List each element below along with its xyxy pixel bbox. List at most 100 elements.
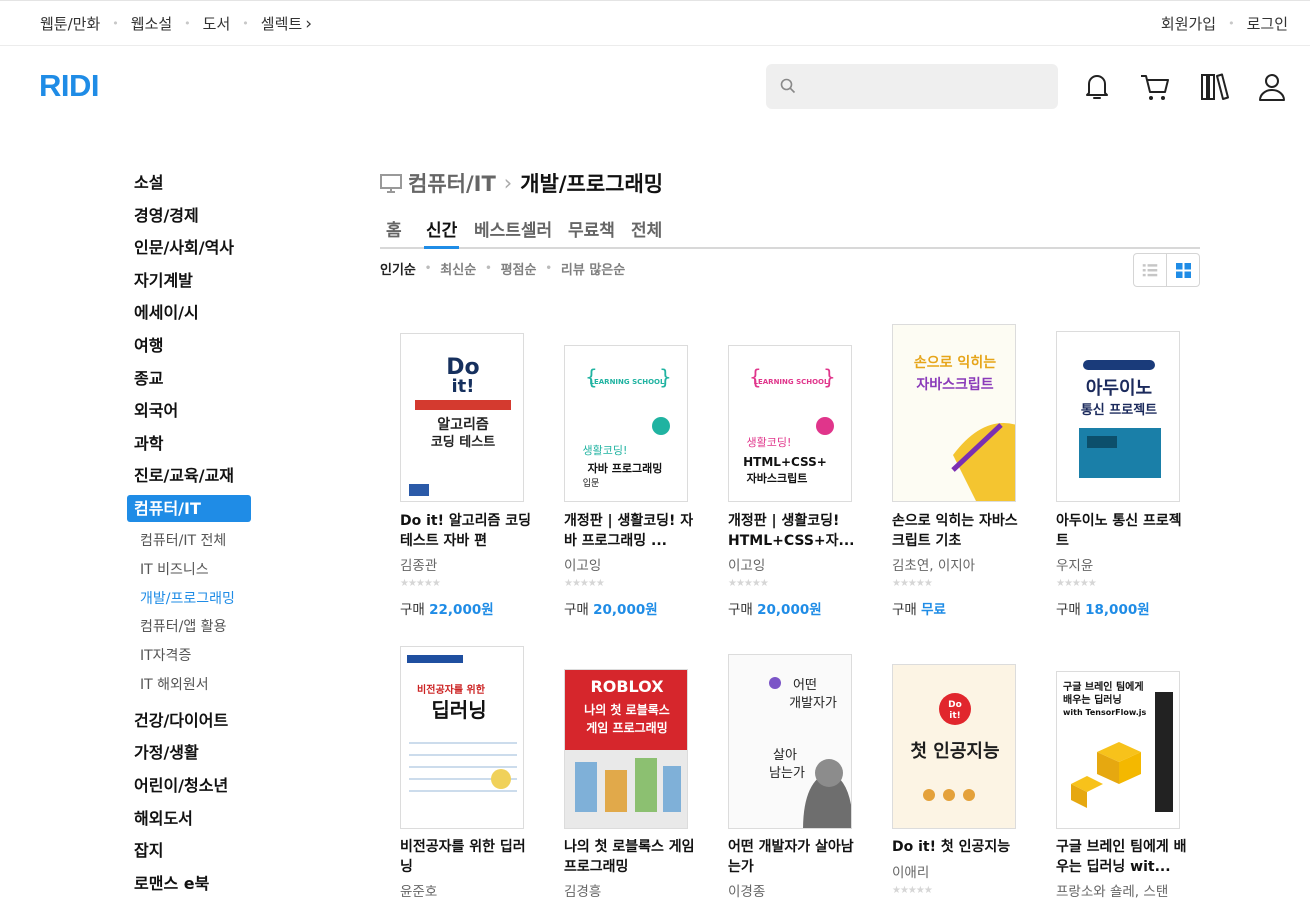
search-input[interactable] — [806, 64, 1046, 109]
cover-art: LEARNING SCHOOL { } 생활코딩! 자바 프로그래밍 입문 — [583, 365, 672, 489]
category-essay[interactable]: 에세이/시 — [127, 296, 257, 329]
price-label: 구매 — [564, 602, 589, 618]
top-bar: 웹툰/만화 • 웹소설 • 도서 • 셀렉트 › 회원가입 • 로그인 — [0, 0, 1310, 46]
price-label: 구매 — [892, 602, 917, 618]
category-children[interactable]: 어린이/청소년 — [127, 769, 257, 802]
book-author[interactable]: 이경종 — [728, 880, 765, 900]
category-health[interactable]: 건강/다이어트 — [127, 704, 257, 737]
subcategory-certification[interactable]: IT자격증 — [127, 642, 257, 671]
list-view-icon[interactable] — [1134, 254, 1167, 286]
top-link-webtoon[interactable]: 웹툰/만화 — [40, 13, 100, 34]
subcategory-programming[interactable]: 개발/프로그래밍 — [127, 585, 257, 614]
book-title[interactable]: 손으로 익히는 자바스크립트 기초 — [892, 511, 1024, 551]
cart-icon[interactable] — [1139, 70, 1171, 104]
book-cover[interactable]: LEARNING SCHOOL { } 생활코딩! HTML+CSS+ 자바스크… — [728, 345, 852, 502]
bell-icon[interactable] — [1081, 70, 1113, 104]
tab-home[interactable]: 홈 — [386, 216, 402, 241]
search-box[interactable] — [766, 64, 1058, 109]
book-cover[interactable]: Do it! 알고리즘 코딩 테스트 — [400, 333, 524, 502]
cover-art: LEARNING SCHOOL { } 생활코딩! HTML+CSS+ 자바스크… — [743, 365, 836, 485]
book-title[interactable]: 나의 첫 로블록스 게임 프로그래밍 — [564, 837, 696, 877]
book-title[interactable]: 비전공자를 위한 딥러닝 — [400, 837, 532, 877]
subcategory-it-all[interactable]: 컴퓨터/IT 전체 — [127, 527, 257, 556]
category-magazine[interactable]: 잡지 — [127, 834, 257, 867]
book-cover[interactable]: 손으로 익히는 자바스크립트 — [892, 324, 1016, 502]
chevron-right-icon: › — [503, 171, 513, 195]
category-computer-it[interactable]: 컴퓨터/IT — [127, 494, 251, 522]
book-title[interactable]: 아두이노 통신 프로젝트 — [1056, 511, 1188, 551]
book-author[interactable]: 이애리 — [892, 861, 929, 881]
book-cover[interactable]: 어떤 개발자가 살아 남는가 — [728, 654, 852, 829]
price-value: 20,000원 — [757, 602, 822, 618]
category-language[interactable]: 외국어 — [127, 394, 257, 427]
subcategory-foreign[interactable]: IT 해외원서 — [127, 671, 257, 700]
category-business[interactable]: 경영/경제 — [127, 199, 257, 232]
breadcrumb-parent[interactable]: 컴퓨터/IT — [408, 168, 496, 198]
tab-free[interactable]: 무료책 — [568, 216, 615, 241]
book-author[interactable]: 김경흥 — [564, 880, 601, 900]
separator: • — [545, 263, 552, 274]
category-religion[interactable]: 종교 — [127, 362, 257, 395]
category-education[interactable]: 진로/교육/교재 — [127, 459, 257, 492]
book-price: 구매 20,000원 — [728, 598, 822, 618]
tab-all[interactable]: 전체 — [631, 216, 662, 241]
top-link-webnovel[interactable]: 웹소설 — [131, 13, 172, 34]
library-icon[interactable] — [1198, 70, 1230, 104]
book-cover[interactable]: 비전공자를 위한 딥러닝 — [400, 646, 524, 829]
category-overseas[interactable]: 해외도서 — [127, 802, 257, 835]
sort-rating[interactable]: 평점순 — [501, 259, 537, 278]
tab-new[interactable]: 신간 — [423, 216, 460, 249]
book-price: 구매 18,000원 — [1056, 598, 1150, 618]
separator: • — [112, 17, 119, 30]
book-cover[interactable]: 구글 브레인 팀에게 배우는 딥러닝 with TensorFlow.js — [1056, 671, 1180, 829]
book-cover[interactable]: Do it! 첫 인공지능 — [892, 664, 1016, 829]
book-title[interactable]: 개정판 | 생활코딩! HTML+CSS+자... — [728, 511, 860, 551]
sort-popular[interactable]: 인기순 — [380, 259, 416, 278]
book-title[interactable]: 개정판 | 생활코딩! 자바 프로그래밍 ... — [564, 511, 696, 551]
book-cover[interactable]: ROBLOX 나의 첫 로블록스 게임 프로그래밍 — [564, 669, 688, 829]
category-travel[interactable]: 여행 — [127, 329, 257, 362]
subcategory-app-usage[interactable]: 컴퓨터/앱 활용 — [127, 613, 257, 642]
category-humanities[interactable]: 인문/사회/역사 — [127, 231, 257, 264]
price-value: 20,000원 — [593, 602, 658, 618]
subcategory-it-business[interactable]: IT 비즈니스 — [127, 556, 257, 585]
subcategory-list: 컴퓨터/IT 전체 IT 비즈니스 개발/프로그래밍 컴퓨터/앱 활용 IT자격… — [127, 525, 257, 704]
book-author[interactable]: 이고잉 — [728, 554, 765, 574]
top-link-select[interactable]: 셀렉트 — [261, 13, 302, 34]
svg-text:}: } — [823, 365, 836, 389]
svg-text:it!: it! — [452, 376, 475, 397]
sort-reviews[interactable]: 리뷰 많은순 — [561, 259, 625, 278]
svg-text:구글 브레인 팀에게: 구글 브레인 팀에게 — [1063, 680, 1144, 693]
category-novel[interactable]: 소설 — [127, 166, 257, 199]
rating-stars: ★★★★★ — [892, 578, 933, 589]
sort-latest[interactable]: 최신순 — [440, 259, 476, 278]
book-author[interactable]: 김초연, 이지아 — [892, 554, 975, 574]
price-value: 18,000원 — [1085, 602, 1150, 618]
category-science[interactable]: 과학 — [127, 427, 257, 460]
tab-bestseller[interactable]: 베스트셀러 — [474, 216, 552, 241]
book-author[interactable]: 김종관 — [400, 554, 437, 574]
signup-link[interactable]: 회원가입 — [1161, 13, 1216, 34]
book-cover[interactable]: LEARNING SCHOOL { } 생활코딩! 자바 프로그래밍 입문 — [564, 345, 688, 502]
login-link[interactable]: 로그인 — [1247, 13, 1288, 34]
book-title[interactable]: 구글 브레인 팀에게 배우는 딥러닝 wit... — [1056, 837, 1188, 877]
svg-text:with TensorFlow.js: with TensorFlow.js — [1063, 708, 1147, 717]
book-author[interactable]: 프랑소와 숄레, 스탠 — [1056, 880, 1168, 900]
top-link-books[interactable]: 도서 — [203, 13, 231, 34]
category-romance[interactable]: 로맨스 e북 — [127, 867, 257, 900]
grid-view-icon[interactable] — [1167, 254, 1200, 286]
book-author[interactable]: 이고잉 — [564, 554, 601, 574]
book-cover[interactable]: 아두이노 통신 프로젝트 — [1056, 331, 1180, 502]
book-title[interactable]: 어떤 개발자가 살아남는가 — [728, 837, 860, 877]
category-home[interactable]: 가정/생활 — [127, 736, 257, 769]
category-self-help[interactable]: 자기계발 — [127, 264, 257, 297]
book-author[interactable]: 우지윤 — [1056, 554, 1093, 574]
book-price: 구매 22,000원 — [400, 598, 494, 618]
book-title[interactable]: Do it! 첫 인공지능 — [892, 837, 1024, 857]
book-title[interactable]: Do it! 알고리즘 코딩 테스트 자바 편 — [400, 511, 532, 551]
book-author[interactable]: 윤준호 — [400, 880, 437, 900]
ridi-logo[interactable]: RIDI — [39, 68, 100, 104]
rating-stars: ★★★★★ — [728, 578, 769, 589]
top-nav: 웹툰/만화 • 웹소설 • 도서 • 셀렉트 › — [40, 13, 312, 34]
user-icon[interactable] — [1256, 70, 1288, 104]
